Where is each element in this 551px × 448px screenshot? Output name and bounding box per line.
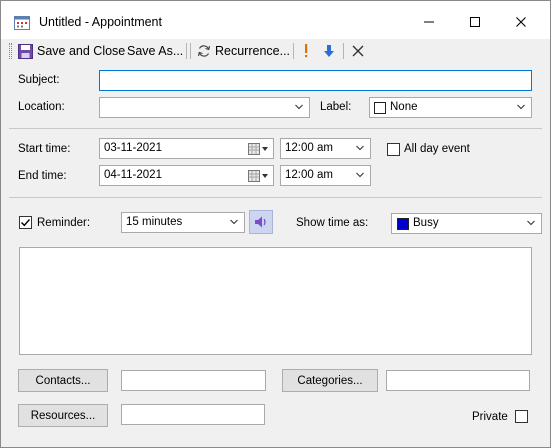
- start-date-picker[interactable]: 03-11-2021: [99, 138, 274, 159]
- section-divider: [9, 197, 542, 198]
- all-day-event-label: All day event: [404, 143, 470, 155]
- end-date-value: 04-11-2021: [104, 169, 162, 181]
- calendar-dropdown-icon[interactable]: [248, 141, 272, 157]
- toolbar-separator: [186, 43, 187, 59]
- maximize-button[interactable]: [457, 10, 493, 34]
- close-icon: [516, 17, 526, 27]
- end-clock-value: 12:00 am: [285, 169, 333, 181]
- label-color-swatch: [374, 102, 386, 114]
- recurrence-icon: [197, 45, 211, 57]
- checkmark-icon: [21, 219, 31, 227]
- reminder-label: Reminder:: [37, 217, 91, 229]
- show-time-as-value: Busy: [413, 217, 439, 229]
- calendar-app-icon: [14, 15, 30, 30]
- label-value: None: [390, 101, 418, 113]
- down-arrow-icon: [324, 45, 334, 57]
- private-checkbox[interactable]: [515, 410, 528, 423]
- toolbar-separator: [293, 43, 294, 59]
- low-importance-button[interactable]: [323, 42, 335, 60]
- chevron-down-icon: [356, 172, 364, 178]
- reminder-checkbox[interactable]: [19, 216, 32, 229]
- maximize-icon: [470, 17, 480, 27]
- chevron-down-icon: [230, 219, 238, 225]
- exclamation-icon: [305, 44, 308, 58]
- end-date-picker[interactable]: 04-11-2021: [99, 165, 274, 186]
- subject-input[interactable]: [99, 70, 532, 91]
- appointment-window: Untitled - Appointment Save and Close Sa…: [0, 0, 551, 448]
- title-bar: Untitled - Appointment: [1, 1, 550, 39]
- section-divider: [9, 128, 542, 129]
- end-time-dropdown[interactable]: 12:00 am: [280, 165, 371, 186]
- window-title: Untitled - Appointment: [39, 15, 162, 29]
- start-time-label: Start time:: [18, 143, 71, 155]
- resources-input[interactable]: [121, 404, 265, 425]
- categories-input[interactable]: [386, 370, 530, 391]
- toolbar-grip[interactable]: [9, 43, 12, 59]
- start-time-dropdown[interactable]: 12:00 am: [280, 138, 371, 159]
- chevron-down-icon: [295, 104, 303, 110]
- save-icon: [18, 43, 33, 59]
- delete-button[interactable]: [351, 42, 365, 60]
- contacts-button[interactable]: Contacts...: [18, 369, 108, 392]
- save-and-close-label: Save and Close: [37, 44, 126, 58]
- label-label: Label:: [320, 101, 352, 113]
- chevron-down-icon: [527, 220, 535, 226]
- show-time-as-dropdown[interactable]: Busy: [391, 213, 542, 234]
- toolbar: Save and Close Save As... Recurrence...: [1, 39, 550, 63]
- end-time-label: End time:: [18, 170, 67, 182]
- show-time-as-label: Show time as:: [296, 217, 369, 229]
- all-day-event-checkbox[interactable]: [387, 143, 400, 156]
- label-dropdown[interactable]: None: [369, 97, 532, 118]
- delete-icon: [352, 45, 364, 57]
- start-clock-value: 12:00 am: [285, 142, 333, 154]
- speaker-icon: [255, 216, 266, 228]
- subject-label: Subject:: [18, 74, 60, 86]
- private-label: Private: [472, 411, 508, 423]
- high-importance-button[interactable]: [302, 42, 310, 60]
- start-date-value: 03-11-2021: [104, 142, 162, 154]
- resources-button[interactable]: Resources...: [18, 404, 108, 427]
- save-as-label: Save As...: [127, 44, 184, 58]
- close-button[interactable]: [503, 10, 539, 34]
- recurrence-label: Recurrence...: [215, 44, 291, 58]
- chevron-down-icon: [356, 145, 364, 151]
- calendar-dropdown-icon[interactable]: [248, 168, 272, 184]
- categories-button[interactable]: Categories...: [282, 369, 378, 392]
- location-combobox[interactable]: [99, 97, 310, 118]
- contacts-input[interactable]: [121, 370, 266, 391]
- reminder-dropdown[interactable]: 15 minutes: [121, 212, 245, 233]
- busy-color-swatch: [397, 218, 409, 230]
- save-and-close-button[interactable]: Save and Close: [18, 42, 125, 60]
- recurrence-button[interactable]: Recurrence...: [197, 42, 290, 60]
- minimize-button[interactable]: [411, 10, 447, 34]
- notes-textarea[interactable]: [19, 247, 532, 355]
- toolbar-separator: [343, 43, 344, 59]
- reminder-sound-button[interactable]: [249, 210, 273, 234]
- minimize-icon: [424, 21, 434, 23]
- toolbar-separator: [190, 43, 191, 59]
- save-as-button[interactable]: Save As...: [127, 42, 183, 60]
- location-label: Location:: [18, 101, 65, 113]
- reminder-value: 15 minutes: [126, 216, 183, 228]
- chevron-down-icon: [517, 104, 525, 110]
